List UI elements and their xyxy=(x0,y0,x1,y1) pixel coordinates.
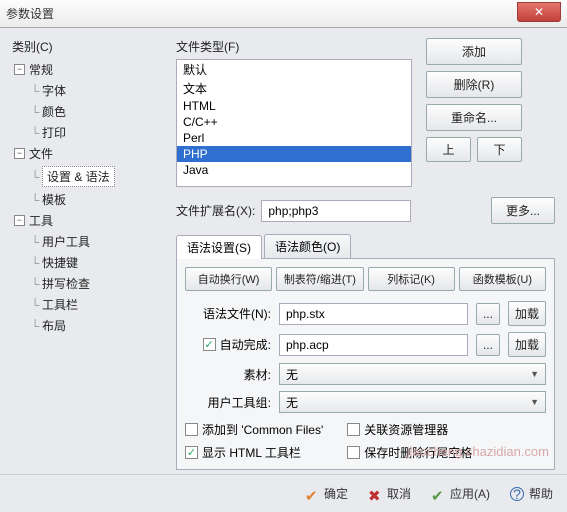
list-item[interactable]: Java xyxy=(177,162,411,178)
more-button[interactable]: 更多... xyxy=(491,197,555,224)
list-item[interactable]: 默认 xyxy=(177,60,411,79)
list-item[interactable]: C/C++ xyxy=(177,114,411,130)
delete-button[interactable]: 删除(R) xyxy=(426,71,522,98)
apply-button[interactable]: ✔应用(A) xyxy=(431,485,490,502)
cancel-button[interactable]: ✖取消 xyxy=(368,485,411,502)
tree-node-settings-syntax[interactable]: └设置 & 语法 xyxy=(28,164,162,189)
extension-label: 文件扩展名(X): xyxy=(176,202,255,219)
collapse-icon[interactable]: − xyxy=(14,64,25,75)
browse-button[interactable]: ... xyxy=(476,334,500,356)
tab-syntax-color[interactable]: 语法颜色(O) xyxy=(264,234,351,258)
ok-button[interactable]: ✔确定 xyxy=(305,485,348,502)
load-button[interactable]: 加载 xyxy=(508,332,546,357)
move-up-button[interactable]: 上 xyxy=(426,137,471,162)
autocomplete-label: 自动完成: xyxy=(220,336,271,353)
chevron-down-icon: ▼ xyxy=(530,369,539,379)
material-select[interactable]: 无 ▼ xyxy=(279,363,546,385)
add-common-checkbox[interactable]: 添加到 'Common Files' xyxy=(185,421,323,438)
func-template-button[interactable]: 函数模板(U) xyxy=(459,267,546,291)
browse-button[interactable]: ... xyxy=(476,303,500,325)
list-item[interactable]: 文本 xyxy=(177,79,411,98)
list-item[interactable]: HTML xyxy=(177,98,411,114)
syntax-file-label: 语法文件(N): xyxy=(185,305,271,322)
usertool-select[interactable]: 无 ▼ xyxy=(279,391,546,413)
tree-node-font[interactable]: └字体 xyxy=(28,80,162,101)
extension-input[interactable] xyxy=(261,200,411,222)
column-mark-button[interactable]: 列标记(K) xyxy=(368,267,455,291)
apply-icon: ✔ xyxy=(431,487,445,501)
window-title: 参数设置 xyxy=(6,5,54,22)
help-icon: ? xyxy=(510,487,524,501)
show-html-checkbox[interactable]: ✓显示 HTML 工具栏 xyxy=(185,444,323,461)
trim-save-checkbox[interactable]: 保存时删除行尾空格 xyxy=(347,444,472,461)
tree-node-toolbar[interactable]: └工具栏 xyxy=(28,294,162,315)
load-button[interactable]: 加载 xyxy=(508,301,546,326)
check-icon: ✔ xyxy=(305,487,319,501)
collapse-icon[interactable]: − xyxy=(14,215,25,226)
autocomplete-input[interactable] xyxy=(279,334,468,356)
filetypes-listbox[interactable]: 默认 文本 HTML C/C++ Perl PHP Java xyxy=(176,59,412,187)
tree-node-color[interactable]: └颜色 xyxy=(28,101,162,122)
titlebar: 参数设置 ✕ xyxy=(0,0,567,28)
tree-node-file[interactable]: −文件 xyxy=(14,143,162,164)
list-item-selected[interactable]: PHP xyxy=(177,146,411,162)
collapse-icon[interactable]: − xyxy=(14,148,25,159)
autowrap-button[interactable]: 自动换行(W) xyxy=(185,267,272,291)
category-label: 类别(C) xyxy=(12,38,162,55)
add-button[interactable]: 添加 xyxy=(426,38,522,65)
usertool-label: 用户工具组: xyxy=(185,394,271,411)
close-button[interactable]: ✕ xyxy=(517,2,561,22)
syntax-file-input[interactable] xyxy=(279,303,468,325)
tree-node-general[interactable]: −常规 xyxy=(14,59,162,80)
category-tree: −常规 └字体 └颜色 └打印 −文件 └设置 & 语法 └模板 −工具 └用户… xyxy=(12,59,162,336)
x-icon: ✖ xyxy=(368,487,382,501)
tree-node-tools[interactable]: −工具 xyxy=(14,210,162,231)
chevron-down-icon: ▼ xyxy=(530,397,539,407)
tab-panel: 自动换行(W) 制表符/缩进(T) 列标记(K) 函数模板(U) 语法文件(N)… xyxy=(176,259,555,470)
autocomplete-checkbox[interactable]: ✓ xyxy=(203,338,216,351)
rename-button[interactable]: 重命名... xyxy=(426,104,522,131)
tree-node-template[interactable]: └模板 xyxy=(28,189,162,210)
material-label: 素材: xyxy=(185,366,271,383)
assoc-explorer-checkbox[interactable]: 关联资源管理器 xyxy=(347,421,472,438)
move-down-button[interactable]: 下 xyxy=(477,137,522,162)
list-item[interactable]: Perl xyxy=(177,130,411,146)
tree-node-shortcut[interactable]: └快捷键 xyxy=(28,252,162,273)
close-icon: ✕ xyxy=(534,5,544,19)
tabs: 语法设置(S) 语法颜色(O) xyxy=(176,234,555,259)
tree-node-print[interactable]: └打印 xyxy=(28,122,162,143)
help-button[interactable]: ?帮助 xyxy=(510,485,553,502)
tabs-indent-button[interactable]: 制表符/缩进(T) xyxy=(276,267,363,291)
tab-syntax-settings[interactable]: 语法设置(S) xyxy=(176,235,262,259)
bottom-bar: ✔确定 ✖取消 ✔应用(A) ?帮助 xyxy=(0,474,567,512)
tree-node-spellcheck[interactable]: └拼写检查 xyxy=(28,273,162,294)
tree-node-user-tools[interactable]: └用户工具 xyxy=(28,231,162,252)
tree-node-layout[interactable]: └布局 xyxy=(28,315,162,336)
